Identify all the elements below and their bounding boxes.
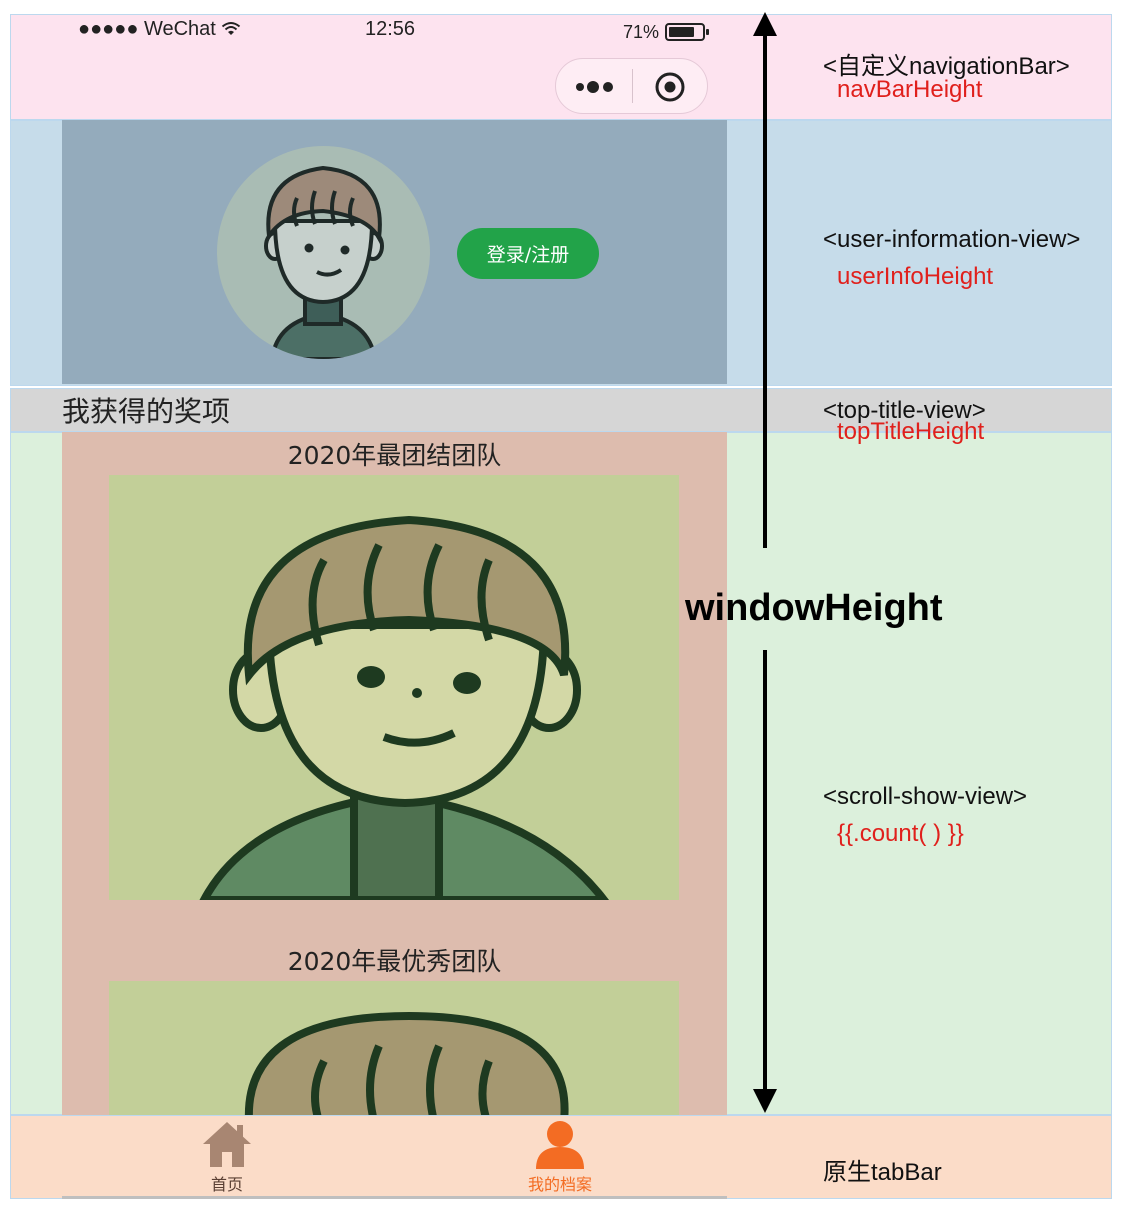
- award-title: 2020年最团结团队: [287, 441, 502, 470]
- avatar[interactable]: [217, 146, 430, 359]
- battery-icon: [665, 23, 710, 41]
- status-battery: 71%: [623, 18, 711, 46]
- avatar-cartoon-icon: [264, 165, 384, 359]
- phone-bottom-edge: [62, 1196, 727, 1199]
- awards-section-title: 我获得的奖项: [62, 395, 231, 428]
- tab-home-label: 首页: [210, 1175, 243, 1194]
- capsule-divider: [632, 69, 633, 103]
- window-height-label: windowHeight: [685, 587, 943, 629]
- tab-component-label: 原生tabBar: [823, 1159, 942, 1186]
- window-height-arrow: [753, 12, 777, 1113]
- capsule-menu: [555, 58, 708, 114]
- tab-my-profile-label: 我的档案: [527, 1175, 592, 1194]
- carrier-text: ●●●●● WeChat: [78, 18, 216, 40]
- status-carrier: ●●●●● WeChat: [78, 18, 241, 46]
- award-cartoon-icon: [199, 515, 610, 900]
- close-target-icon[interactable]: [654, 71, 686, 103]
- login-register-button[interactable]: 登录/注册: [457, 228, 599, 279]
- tab-bar: 首页 我的档案: [62, 1115, 727, 1198]
- nav-variable-label: navBarHeight: [837, 76, 983, 103]
- tab-home[interactable]: 首页: [187, 1119, 267, 1195]
- scroll-component-label: <scroll-show-view>: [823, 783, 1028, 810]
- user-variable-label: userInfoHeight: [837, 263, 994, 290]
- status-time: 12:56: [365, 18, 416, 40]
- more-icon[interactable]: [574, 77, 616, 97]
- battery-percent: 71%: [623, 21, 660, 42]
- user-component-label: <user-information-view>: [823, 226, 1081, 253]
- home-icon: [203, 1122, 251, 1167]
- scroll-variable-label: {{.count( ) }}: [837, 820, 964, 847]
- user-icon: [536, 1121, 584, 1169]
- award-image[interactable]: [109, 981, 679, 1115]
- award-title: 2020年最优秀团队: [287, 947, 502, 976]
- award-cartoon-icon: [245, 1011, 569, 1115]
- award-image[interactable]: [109, 475, 679, 900]
- top-title-variable-label: topTitleHeight: [837, 418, 985, 445]
- tab-my-profile[interactable]: 我的档案: [510, 1119, 610, 1195]
- scroll-show-view[interactable]: 2020年最团结团队 2020年最优秀团队: [62, 432, 727, 1115]
- wifi-icon: [222, 22, 241, 35]
